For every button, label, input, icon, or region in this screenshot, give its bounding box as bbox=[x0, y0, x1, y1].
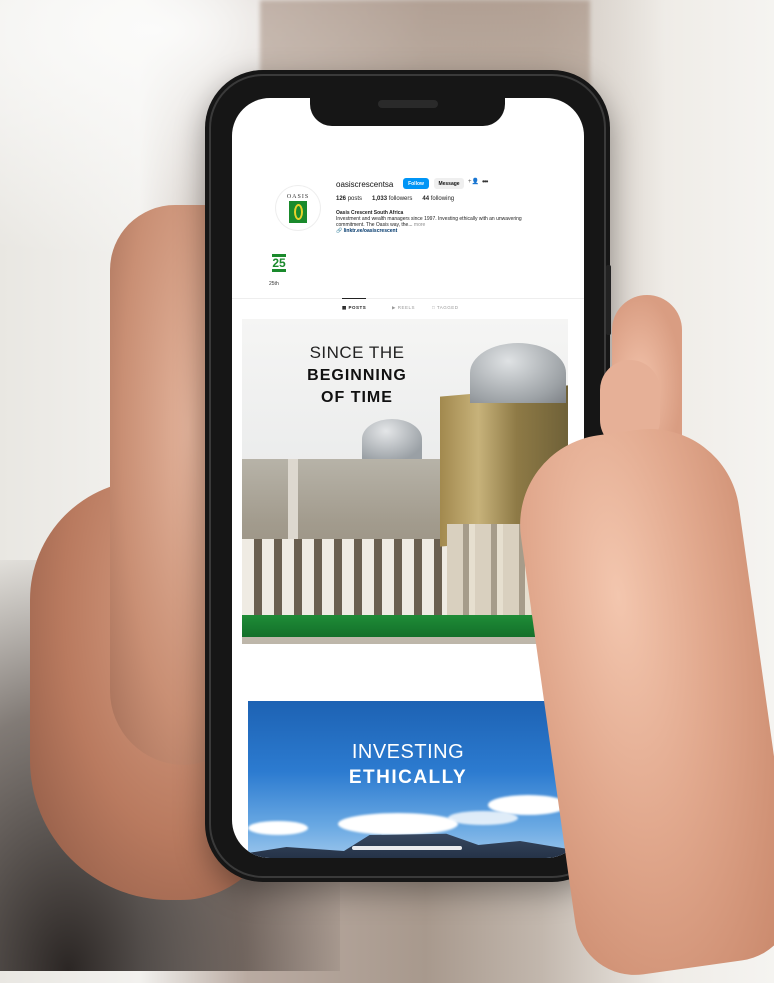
cloud-image-2 bbox=[338, 813, 458, 835]
phone-side-button bbox=[606, 265, 611, 335]
following-count[interactable]: 44 following bbox=[422, 196, 454, 202]
more-options-icon[interactable]: ••• bbox=[482, 177, 488, 186]
link-icon: 🔗 bbox=[336, 228, 343, 234]
minaret-image bbox=[288, 459, 298, 539]
bio-more-link[interactable]: more bbox=[414, 222, 425, 228]
right-hand-thumb bbox=[508, 417, 774, 983]
bio-link[interactable]: 🔗 linktr.ee/oasiscrescent bbox=[336, 228, 546, 234]
profile-stats: 126 posts 1,033 followers 44 following bbox=[336, 196, 454, 202]
followers-count[interactable]: 1,033 followers bbox=[372, 196, 412, 202]
profile-tabs: ▦ POSTS ▶ REELS □ TAGGED bbox=[232, 298, 584, 319]
post-investing-ethically[interactable]: INVESTING ETHICALLY bbox=[248, 701, 568, 858]
phone-screen: OASIS oasiscrescentsa Follow Message +👤 … bbox=[232, 98, 584, 858]
cloud-image-3 bbox=[248, 821, 308, 835]
post-since-the-beginning[interactable]: SINCE THE BEGINNING OF TIME bbox=[242, 319, 568, 644]
post2-headline-line1: INVESTING bbox=[351, 741, 465, 763]
mosque-dome-image bbox=[470, 343, 566, 403]
mosque-small-dome-image bbox=[362, 419, 422, 459]
profile-avatar[interactable]: OASIS bbox=[276, 186, 320, 230]
follow-button[interactable]: Follow bbox=[403, 178, 429, 189]
story-highlight-25th[interactable]: 25 bbox=[270, 254, 288, 276]
tab-reels[interactable]: ▶ REELS bbox=[392, 305, 415, 311]
highlight-stripe-bottom bbox=[272, 269, 286, 272]
suggested-users-icon[interactable]: +👤 bbox=[468, 178, 479, 189]
message-button[interactable]: Message bbox=[434, 178, 464, 189]
post1-headline-line2: BEGINNING bbox=[307, 367, 407, 384]
profile-bio: Oasis Crescent South Africa Investment a… bbox=[336, 210, 546, 234]
phone-speaker bbox=[378, 100, 438, 108]
profile-username: oasiscrescentsa bbox=[336, 180, 394, 189]
tab-tagged[interactable]: □ TAGGED bbox=[432, 305, 459, 310]
posts-count[interactable]: 126 posts bbox=[336, 196, 362, 202]
highlight-label: 25th bbox=[269, 281, 279, 287]
phone-notch bbox=[310, 90, 505, 126]
oasis-logo-icon bbox=[289, 200, 307, 223]
green-band bbox=[242, 615, 568, 637]
post1-headline-line1: SINCE THE bbox=[309, 343, 405, 362]
avatar-logo-text: OASIS bbox=[286, 193, 310, 200]
bio-text: Investment and wealth managers since 199… bbox=[336, 216, 522, 228]
mosque-arches-image bbox=[242, 539, 452, 619]
post1-headline-line3: OF TIME bbox=[321, 389, 393, 406]
home-indicator[interactable] bbox=[352, 846, 462, 850]
cloud-image-4 bbox=[448, 811, 518, 825]
tab-posts[interactable]: ▦ POSTS bbox=[342, 298, 367, 311]
post2-headline-line2: ETHICALLY bbox=[348, 767, 468, 788]
highlight-badge: 25 bbox=[272, 256, 286, 270]
